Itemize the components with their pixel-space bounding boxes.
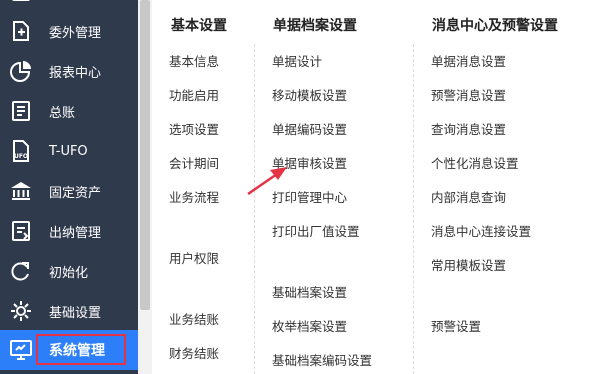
sidebar-item-partial[interactable]: [0, 0, 138, 10]
ufo-file-icon: UFO: [8, 138, 34, 164]
menu-link-personal-message[interactable]: 个性化消息设置: [431, 153, 519, 172]
sidebar: 委外管理 报表中心 总账 UFO T-UFO 固定资产 出纳管理 初始化 基础设…: [0, 0, 138, 374]
sidebar-item-initialize[interactable]: 初始化: [0, 251, 138, 291]
sidebar-item-system-management[interactable]: 系统管理: [0, 330, 138, 370]
sidebar-item-label: 系统管理: [49, 343, 105, 359]
menu-link-alert-message[interactable]: 预警消息设置: [431, 85, 506, 104]
sidebar-item-general-ledger[interactable]: 总账: [0, 91, 138, 131]
column-title-doc: 单据档案设置: [273, 18, 357, 34]
report-pie-icon: [8, 58, 34, 84]
sidebar-item-label: 固定资产: [49, 185, 102, 201]
column-title-msg: 消息中心及预警设置: [432, 18, 558, 34]
sidebar-item-label: T-UFO: [49, 143, 88, 159]
menu-link-option-settings[interactable]: 选项设置: [169, 119, 219, 138]
menu-link-document-message[interactable]: 单据消息设置: [431, 51, 506, 70]
menu-link-accounting-period[interactable]: 会计期间: [169, 153, 219, 172]
menu-link-business-closing[interactable]: 业务结账: [169, 309, 219, 328]
ledger-icon: [8, 98, 34, 124]
menu-link-enum-archive[interactable]: 枚举档案设置: [272, 316, 347, 335]
svg-text:UFO: UFO: [14, 153, 28, 160]
monitor-icon: [8, 337, 34, 363]
sidebar-item-label: 报表中心: [49, 65, 102, 81]
sidebar-item-label: 委外管理: [49, 25, 102, 41]
menu-link-mobile-template[interactable]: 移动模板设置: [272, 85, 347, 104]
sidebar-scrollbar[interactable]: [138, 0, 152, 374]
menu-link-user-permissions[interactable]: 用户权限: [169, 248, 219, 267]
sidebar-item-label: 基础设置: [49, 305, 102, 321]
bank-building-icon: [8, 178, 34, 204]
menu-link-feature-enable[interactable]: 功能启用: [169, 85, 219, 104]
sidebar-item-report-center[interactable]: 报表中心: [0, 51, 138, 91]
sidebar-item-cashier[interactable]: 出纳管理: [0, 211, 138, 251]
sidebar-item-label: 总账: [49, 105, 76, 121]
outsourcing-icon: [8, 18, 34, 44]
menu-link-query-message[interactable]: 查询消息设置: [431, 119, 506, 138]
menu-link-archive-numbering[interactable]: 基础档案编码设置: [272, 350, 372, 369]
partial-icon: [8, 0, 34, 6]
menu-link-document-numbering[interactable]: 单据编码设置: [272, 119, 347, 138]
menu-link-financial-closing[interactable]: 财务结账: [169, 343, 219, 362]
column-divider: [413, 44, 414, 374]
scrollbar-thumb[interactable]: [140, 0, 150, 310]
menu-link-alert-settings[interactable]: 预警设置: [431, 316, 481, 335]
menu-link-business-flow[interactable]: 业务流程: [169, 187, 219, 206]
menu-link-message-connection[interactable]: 消息中心连接设置: [431, 221, 531, 240]
refresh-icon: [8, 258, 34, 284]
sidebar-item-basic-settings[interactable]: 基础设置: [0, 291, 138, 331]
sidebar-item-label: 出纳管理: [49, 225, 102, 241]
menu-link-print-center[interactable]: 打印管理中心: [272, 187, 347, 206]
sidebar-item-outsourcing[interactable]: 委外管理: [0, 11, 138, 51]
gear-icon: [8, 298, 34, 324]
sidebar-item-label: 初始化: [49, 265, 89, 281]
column-title-basic: 基本设置: [171, 18, 227, 34]
menu-link-print-defaults[interactable]: 打印出厂值设置: [272, 221, 360, 240]
sidebar-item-t-ufo[interactable]: UFO T-UFO: [0, 131, 138, 171]
menu-link-basic-archive[interactable]: 基础档案设置: [272, 282, 347, 301]
column-divider: [254, 44, 255, 374]
menu-link-internal-message[interactable]: 内部消息查询: [431, 187, 506, 206]
menu-link-document-design[interactable]: 单据设计: [272, 51, 322, 70]
menu-link-common-template[interactable]: 常用模板设置: [431, 255, 506, 274]
sidebar-item-fixed-assets[interactable]: 固定资产: [0, 171, 138, 211]
menu-link-document-approval[interactable]: 单据审核设置: [272, 153, 347, 172]
cashier-icon: [8, 218, 34, 244]
menu-link-basic-info[interactable]: 基本信息: [169, 51, 219, 70]
